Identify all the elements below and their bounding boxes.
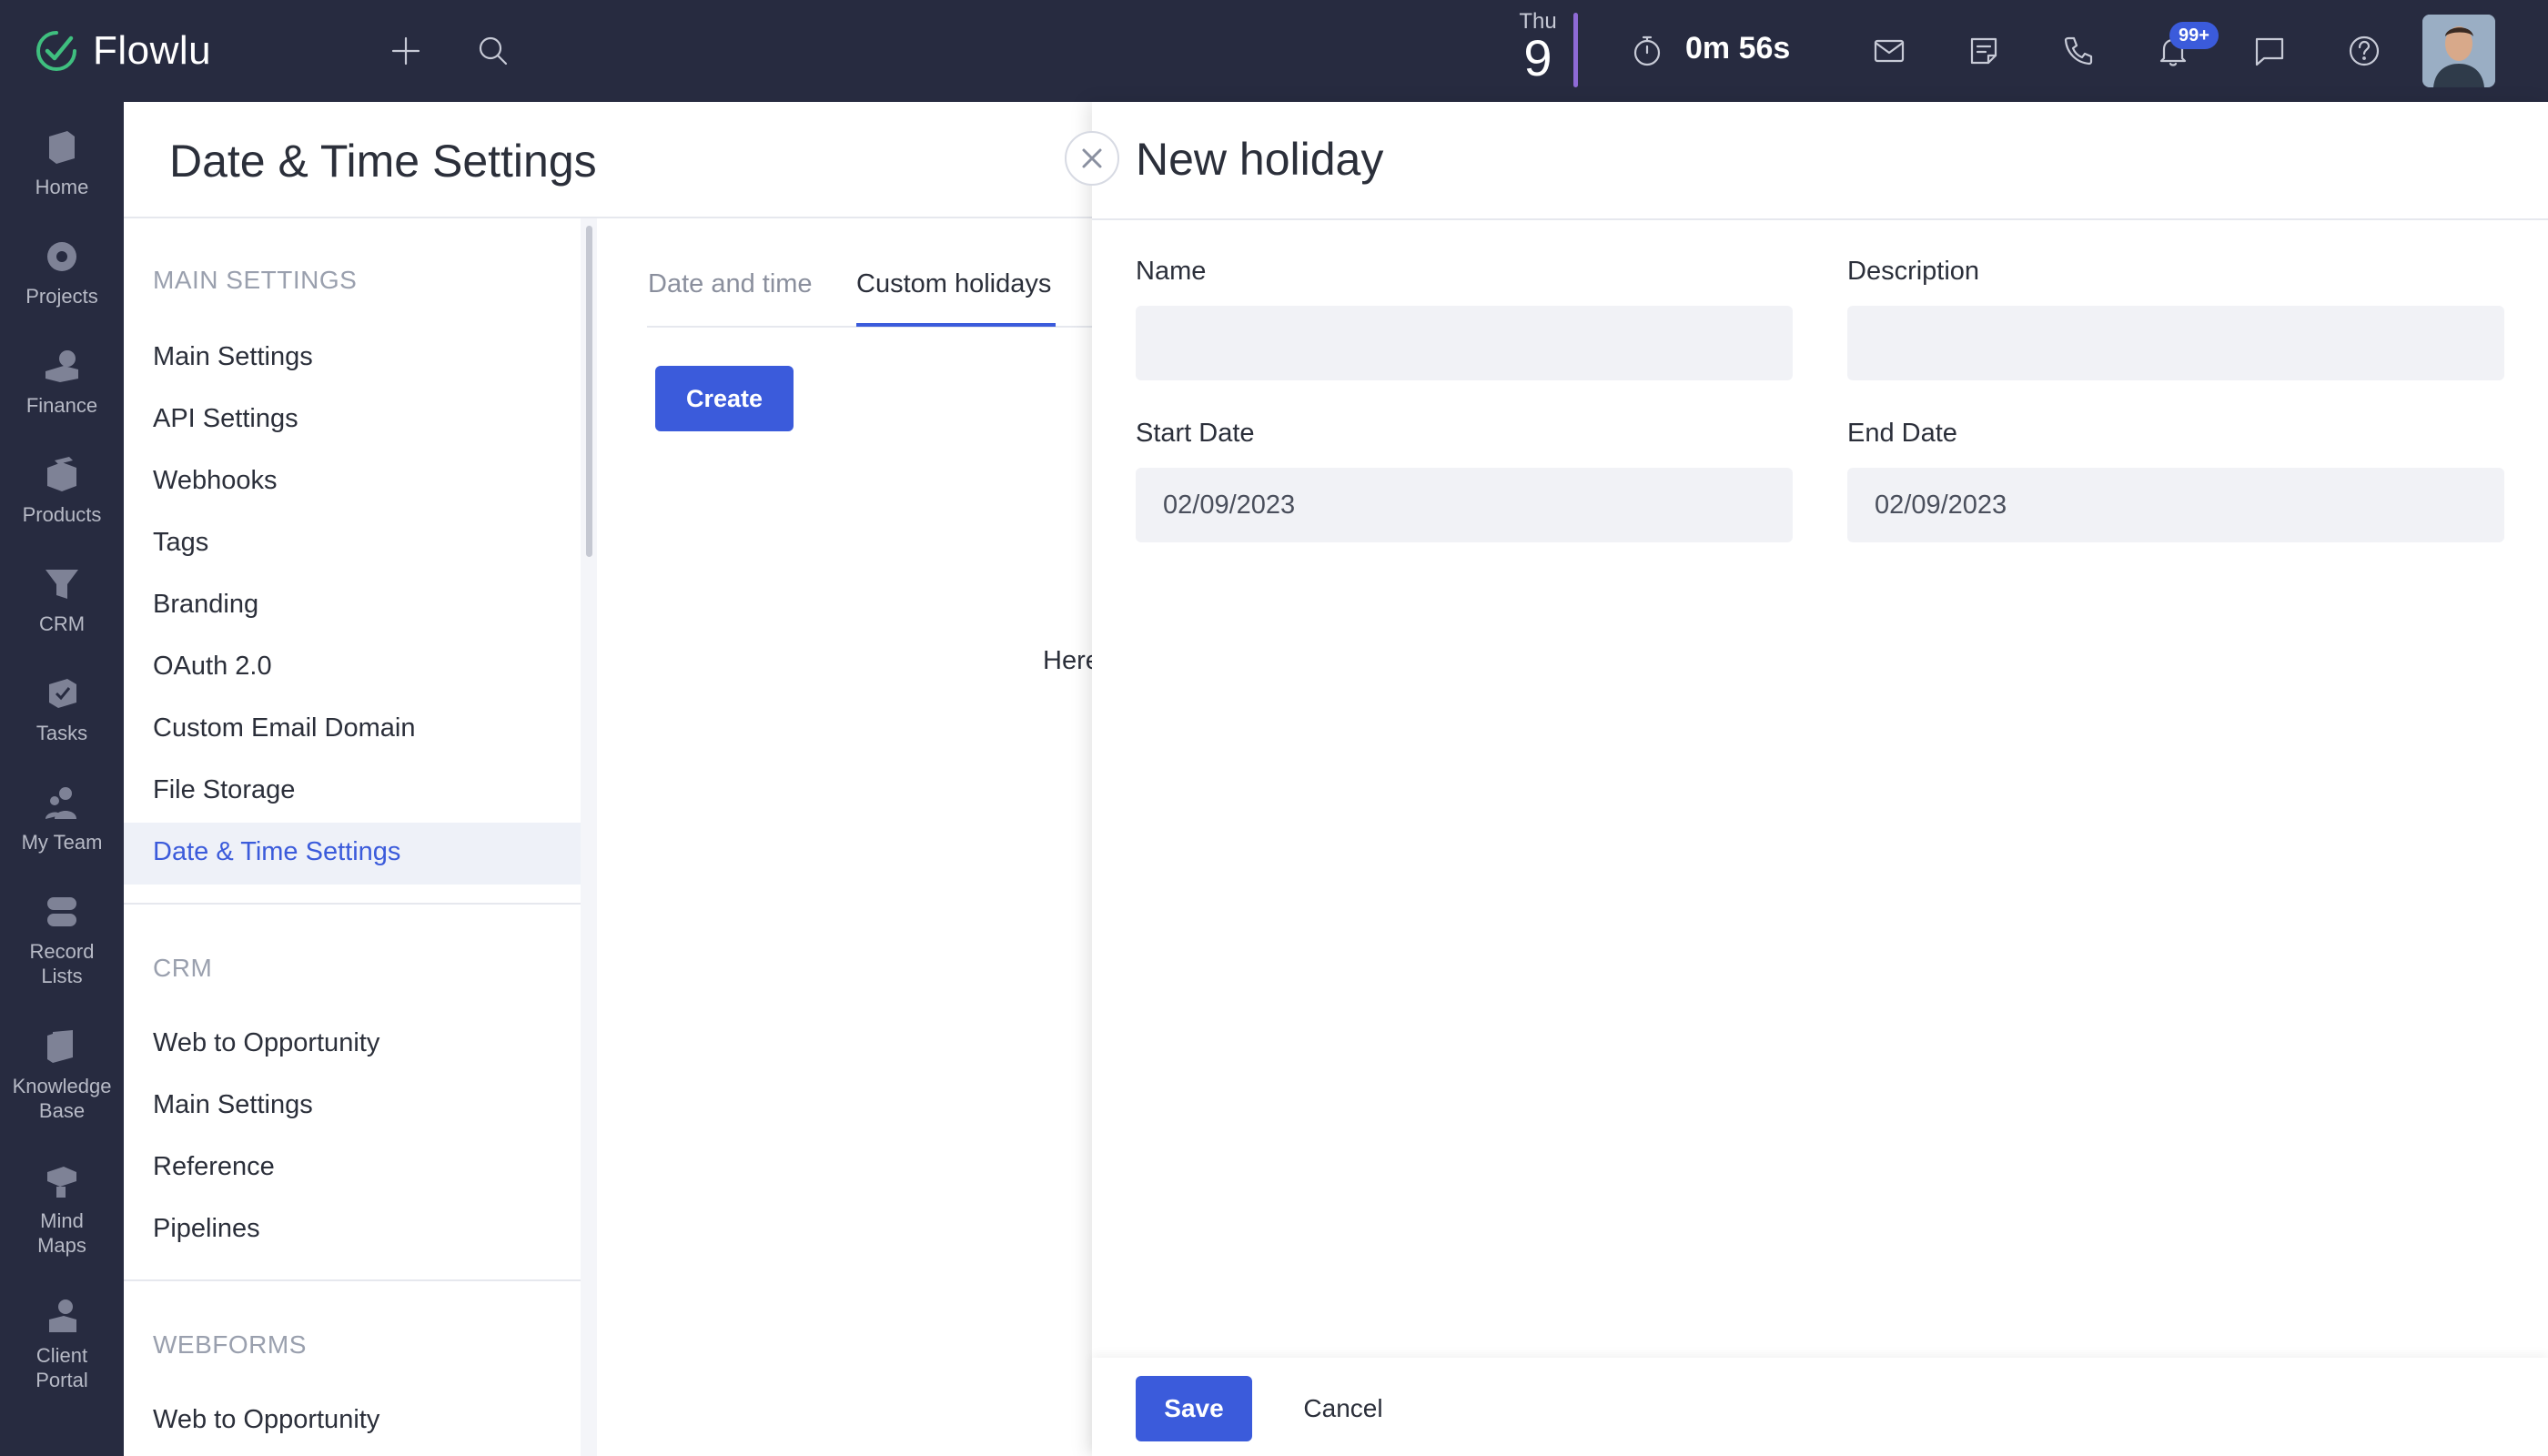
start-date-label: Start Date — [1136, 419, 1255, 448]
sidebar-item-label: Products — [22, 503, 102, 526]
today-date[interactable]: Thu 9 — [1511, 9, 1565, 86]
settings-content: Date and time Custom holidays Create Her… — [597, 218, 1100, 1456]
nav-link-oauth[interactable]: OAuth 2.0 — [153, 652, 272, 682]
nav-link-custom-email-domain[interactable]: Custom Email Domain — [153, 713, 415, 743]
sidebar-item-tasks[interactable]: Tasks — [0, 673, 124, 745]
sidebar-item-knowledge-base[interactable]: Knowledge Base — [0, 1026, 124, 1123]
nav-link-main-settings[interactable]: Main Settings — [153, 342, 313, 372]
mind-maps-icon — [42, 1161, 82, 1201]
sidebar-item-label: Finance — [25, 394, 98, 417]
sidebar-item-my-team[interactable]: My Team — [0, 783, 124, 854]
sidebar-item-label: Tasks — [35, 722, 88, 744]
app-logo[interactable]: Flowlu — [35, 27, 211, 75]
nav-link-tags[interactable]: Tags — [153, 528, 208, 558]
sidebar-item-products[interactable]: Products — [0, 455, 124, 527]
date-divider — [1573, 13, 1578, 87]
nav-link-web-to-opportunity[interactable]: Web to Opportunity — [153, 1028, 379, 1058]
finance-icon — [42, 346, 82, 386]
nav-link-api-settings[interactable]: API Settings — [153, 404, 298, 434]
active-tab-indicator — [856, 323, 1056, 327]
tab-custom-holidays[interactable]: Custom holidays — [856, 269, 1051, 299]
user-photo-icon — [2422, 15, 2495, 87]
description-field[interactable] — [1847, 306, 2504, 380]
help-icon[interactable] — [2339, 25, 2390, 76]
tasks-icon — [42, 673, 82, 713]
nav-section-crm: CRM — [153, 954, 213, 982]
name-label: Name — [1136, 257, 1207, 286]
stopwatch-icon[interactable] — [1622, 25, 1673, 76]
sidebar-item-crm[interactable]: CRM — [0, 564, 124, 636]
notes-icon[interactable] — [1958, 25, 2009, 76]
top-bar: Flowlu Thu 9 0m 56s 99+ — [0, 0, 2548, 102]
nav-link-branding[interactable]: Branding — [153, 590, 258, 620]
time-tracker[interactable]: 0m 56s — [1685, 31, 1790, 66]
user-avatar[interactable] — [2422, 15, 2495, 87]
record-lists-icon — [42, 892, 82, 932]
sidebar-item-home[interactable]: Home — [0, 127, 124, 199]
end-date-label: End Date — [1847, 419, 1957, 448]
sidebar-item-label: Mind Maps — [37, 1209, 86, 1257]
panel-divider — [1092, 218, 2548, 220]
settings-header: Date & Time Settings — [124, 102, 1092, 218]
mail-icon[interactable] — [1864, 25, 1915, 76]
sidebar-item-label: Knowledge Base — [12, 1075, 112, 1122]
sidebar-item-label: Record Lists — [29, 940, 95, 987]
sidebar-item-record-lists[interactable]: Record Lists — [0, 892, 124, 988]
sidebar-item-label: My Team — [21, 831, 103, 854]
end-date-field[interactable] — [1847, 468, 2504, 542]
nav-section-webforms: WEBFORMS — [153, 1330, 307, 1359]
start-date-field[interactable] — [1136, 468, 1793, 542]
page-title: Date & Time Settings — [169, 136, 597, 187]
projects-icon — [42, 237, 82, 277]
nav-divider — [124, 1279, 581, 1281]
nav-divider — [124, 903, 581, 905]
nav-link-file-storage[interactable]: File Storage — [153, 775, 295, 805]
sidebar-item-label: CRM — [38, 612, 86, 635]
sidebar-item-finance[interactable]: Finance — [0, 346, 124, 418]
panel-title: New holiday — [1136, 134, 1384, 185]
knowledge-base-icon — [42, 1026, 82, 1067]
crm-icon — [42, 564, 82, 604]
sidebar-item-label: Client Portal — [35, 1344, 88, 1391]
phone-icon[interactable] — [2053, 25, 2104, 76]
nav-section-main-settings: MAIN SETTINGS — [153, 266, 358, 294]
create-button[interactable]: Create — [655, 366, 794, 431]
tab-date-and-time[interactable]: Date and time — [648, 269, 813, 299]
sidebar-item-label: Projects — [25, 285, 98, 308]
nav-link-reference[interactable]: Reference — [153, 1152, 275, 1182]
main-sidebar: Home Projects Finance Products CRM Tasks… — [0, 102, 124, 1456]
nav-link-webforms-web-to-opportunity[interactable]: Web to Opportunity — [153, 1405, 379, 1435]
nav-link-crm-main-settings[interactable]: Main Settings — [153, 1090, 313, 1120]
date-day: 9 — [1523, 29, 1552, 86]
settings-nav: MAIN SETTINGS Main Settings API Settings… — [124, 218, 581, 1456]
sidebar-item-label: Home — [35, 176, 89, 198]
name-field[interactable] — [1136, 306, 1793, 380]
nav-link-pipelines[interactable]: Pipelines — [153, 1214, 260, 1244]
flowlu-logo-icon — [36, 31, 76, 71]
app-name: Flowlu — [93, 28, 212, 73]
plus-icon[interactable] — [380, 25, 431, 76]
nav-scrollbar[interactable] — [586, 226, 592, 557]
cancel-button[interactable]: Cancel — [1270, 1376, 1416, 1441]
client-portal-icon — [42, 1296, 82, 1336]
sidebar-item-mind-maps[interactable]: Mind Maps — [0, 1161, 124, 1258]
sidebar-item-projects[interactable]: Projects — [0, 237, 124, 308]
products-icon — [42, 455, 82, 495]
close-panel-button[interactable] — [1065, 131, 1119, 186]
description-label: Description — [1847, 257, 1980, 286]
home-icon — [42, 127, 82, 167]
sidebar-item-client-portal[interactable]: Client Portal — [0, 1296, 124, 1392]
nav-link-date-time-settings[interactable]: Date & Time Settings — [153, 837, 400, 867]
panel-footer: Save Cancel — [1092, 1358, 2548, 1456]
nav-link-webhooks[interactable]: Webhooks — [153, 466, 278, 496]
notifications-badge: 99+ — [2169, 22, 2219, 49]
new-holiday-panel: New holiday Name Description Start Date … — [1092, 102, 2548, 1456]
team-icon — [42, 783, 82, 823]
close-icon — [1082, 148, 1102, 168]
save-button[interactable]: Save — [1136, 1376, 1252, 1441]
chat-icon[interactable] — [2244, 25, 2295, 76]
search-icon[interactable] — [468, 25, 519, 76]
